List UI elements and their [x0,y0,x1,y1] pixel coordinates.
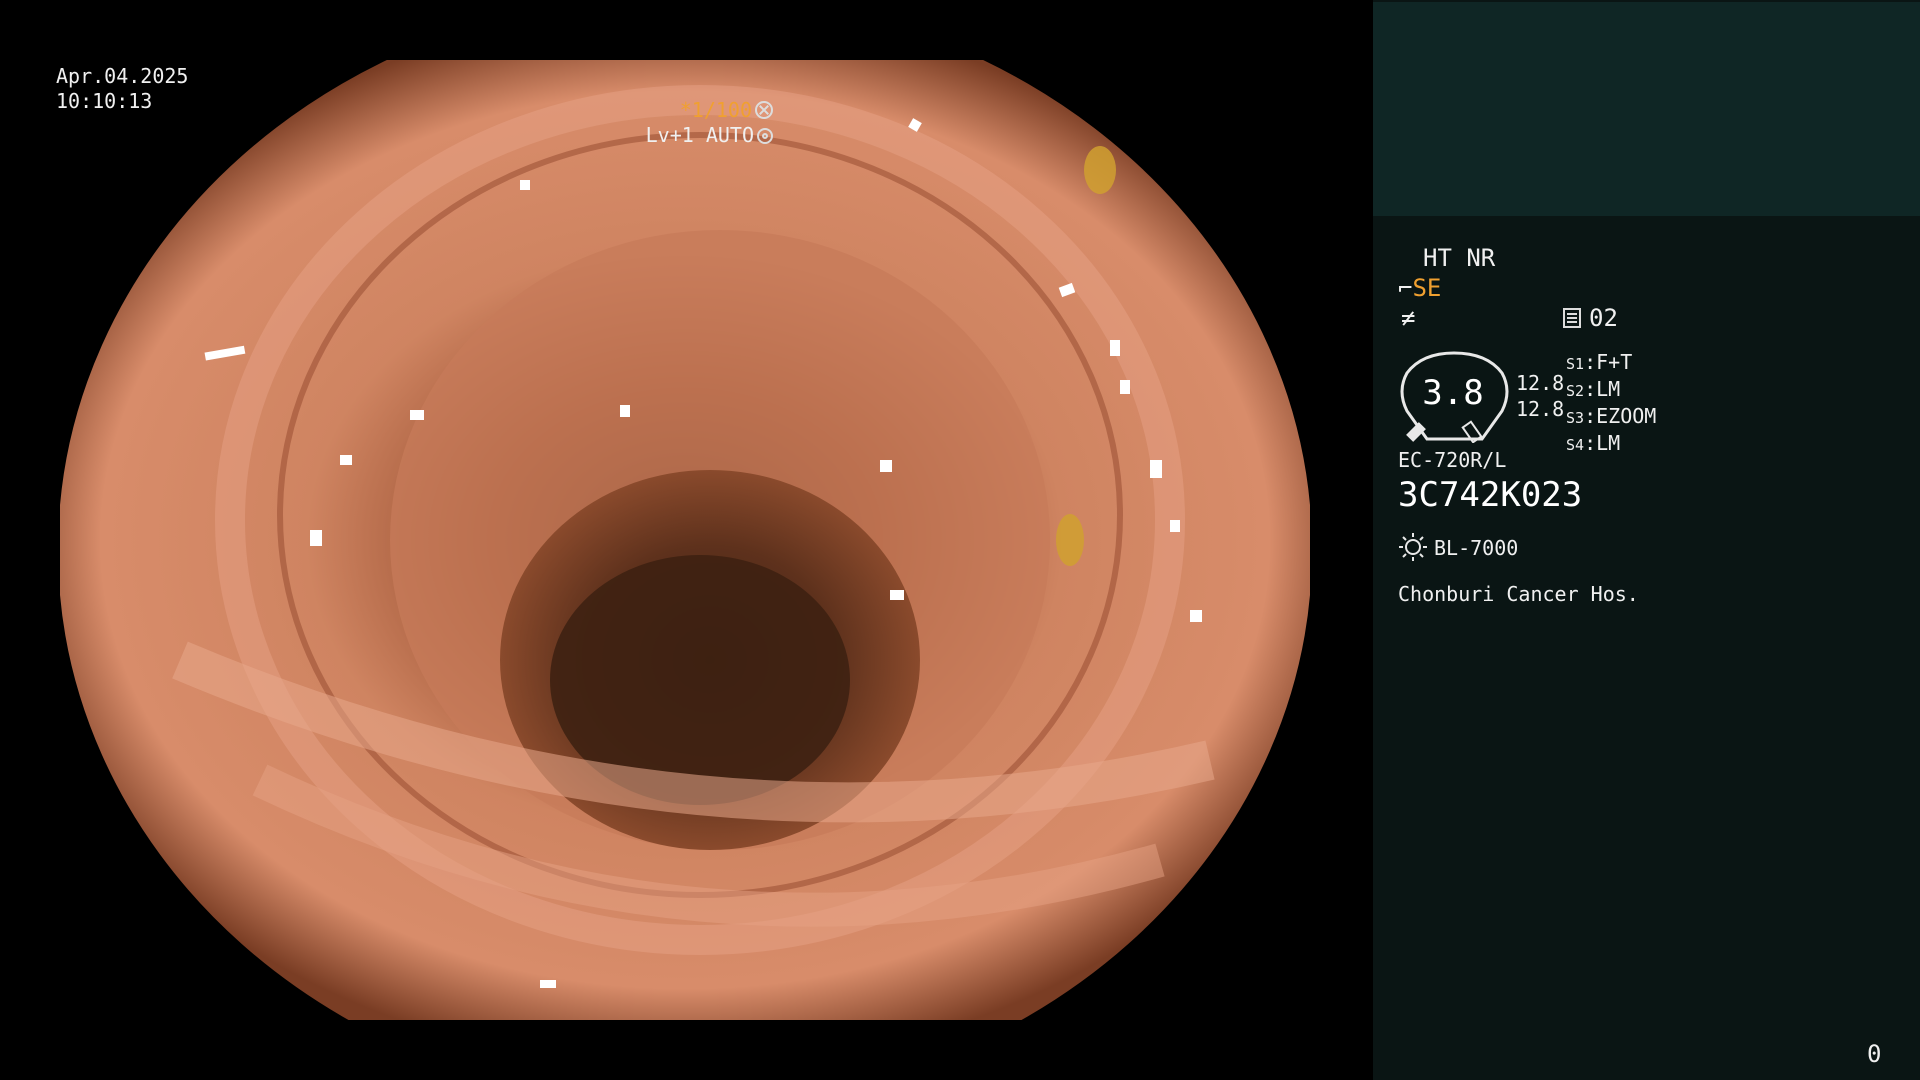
endoscope-video-area: Apr.04.2025 10:10:13 *1/100 Lv+1 AUTO [0,0,1373,1080]
memory-readout: 02 [1563,304,1618,332]
scope-button-row: S1:F+T [1566,350,1633,374]
iris-icon [757,128,773,144]
hospital-name: Chonburi Cancer Hos. [1398,582,1639,606]
info-side-panel: HT NR ⌐SE ≠ 02 3.8 12.8 12.8 S1:F+T S2:L… [1373,0,1920,1080]
zoom-ratio: 3.8 [1422,373,1484,413]
light-source-readout: BL-7000 [1398,532,1518,562]
light-level-mode: Lv+1 AUTO [645,123,754,147]
thumbnail-area [1373,2,1920,216]
light-source-model: BL-7000 [1434,536,1519,560]
scope-button-settings: S1:F+T S2:LM S3:EZOOM S4:LM [1566,350,1656,458]
exposure-readout: *1/100 Lv+1 AUTO [646,98,773,148]
scope-button-row: S3:EZOOM [1566,404,1657,428]
time-text: 10:10:13 [56,89,153,113]
scope-button-row: S2:LM [1566,377,1621,401]
scope-button-row: S4:LM [1566,431,1621,455]
structure-enhancement: SE [1412,274,1442,302]
zoom-values: 12.8 12.8 [1516,370,1564,422]
memory-icon [1563,308,1581,328]
image-counter: 0 [1867,1040,1882,1068]
light-source-icon [1399,533,1427,561]
shutter-speed: *1/100 [679,98,752,122]
serial-number: 3C742K023 [1398,475,1583,515]
datetime-readout: Apr.04.2025 10:10:13 [56,64,188,114]
enhancement-line: ⌐SE [1398,274,1441,302]
zoom-value-1: 12.8 [1516,371,1565,395]
enhancement-icon: ⌐ [1398,274,1413,302]
ff-symbol: ≠ [1401,304,1416,332]
scope-model: EC-720R/L [1398,448,1507,472]
colon-lumen-image [60,60,1310,1020]
zoom-value-2: 12.8 [1516,397,1565,421]
shutter-icon [755,101,773,119]
date-text: Apr.04.2025 [56,64,189,88]
memory-value: 02 [1589,304,1618,332]
image-mode: HT NR [1423,244,1496,272]
